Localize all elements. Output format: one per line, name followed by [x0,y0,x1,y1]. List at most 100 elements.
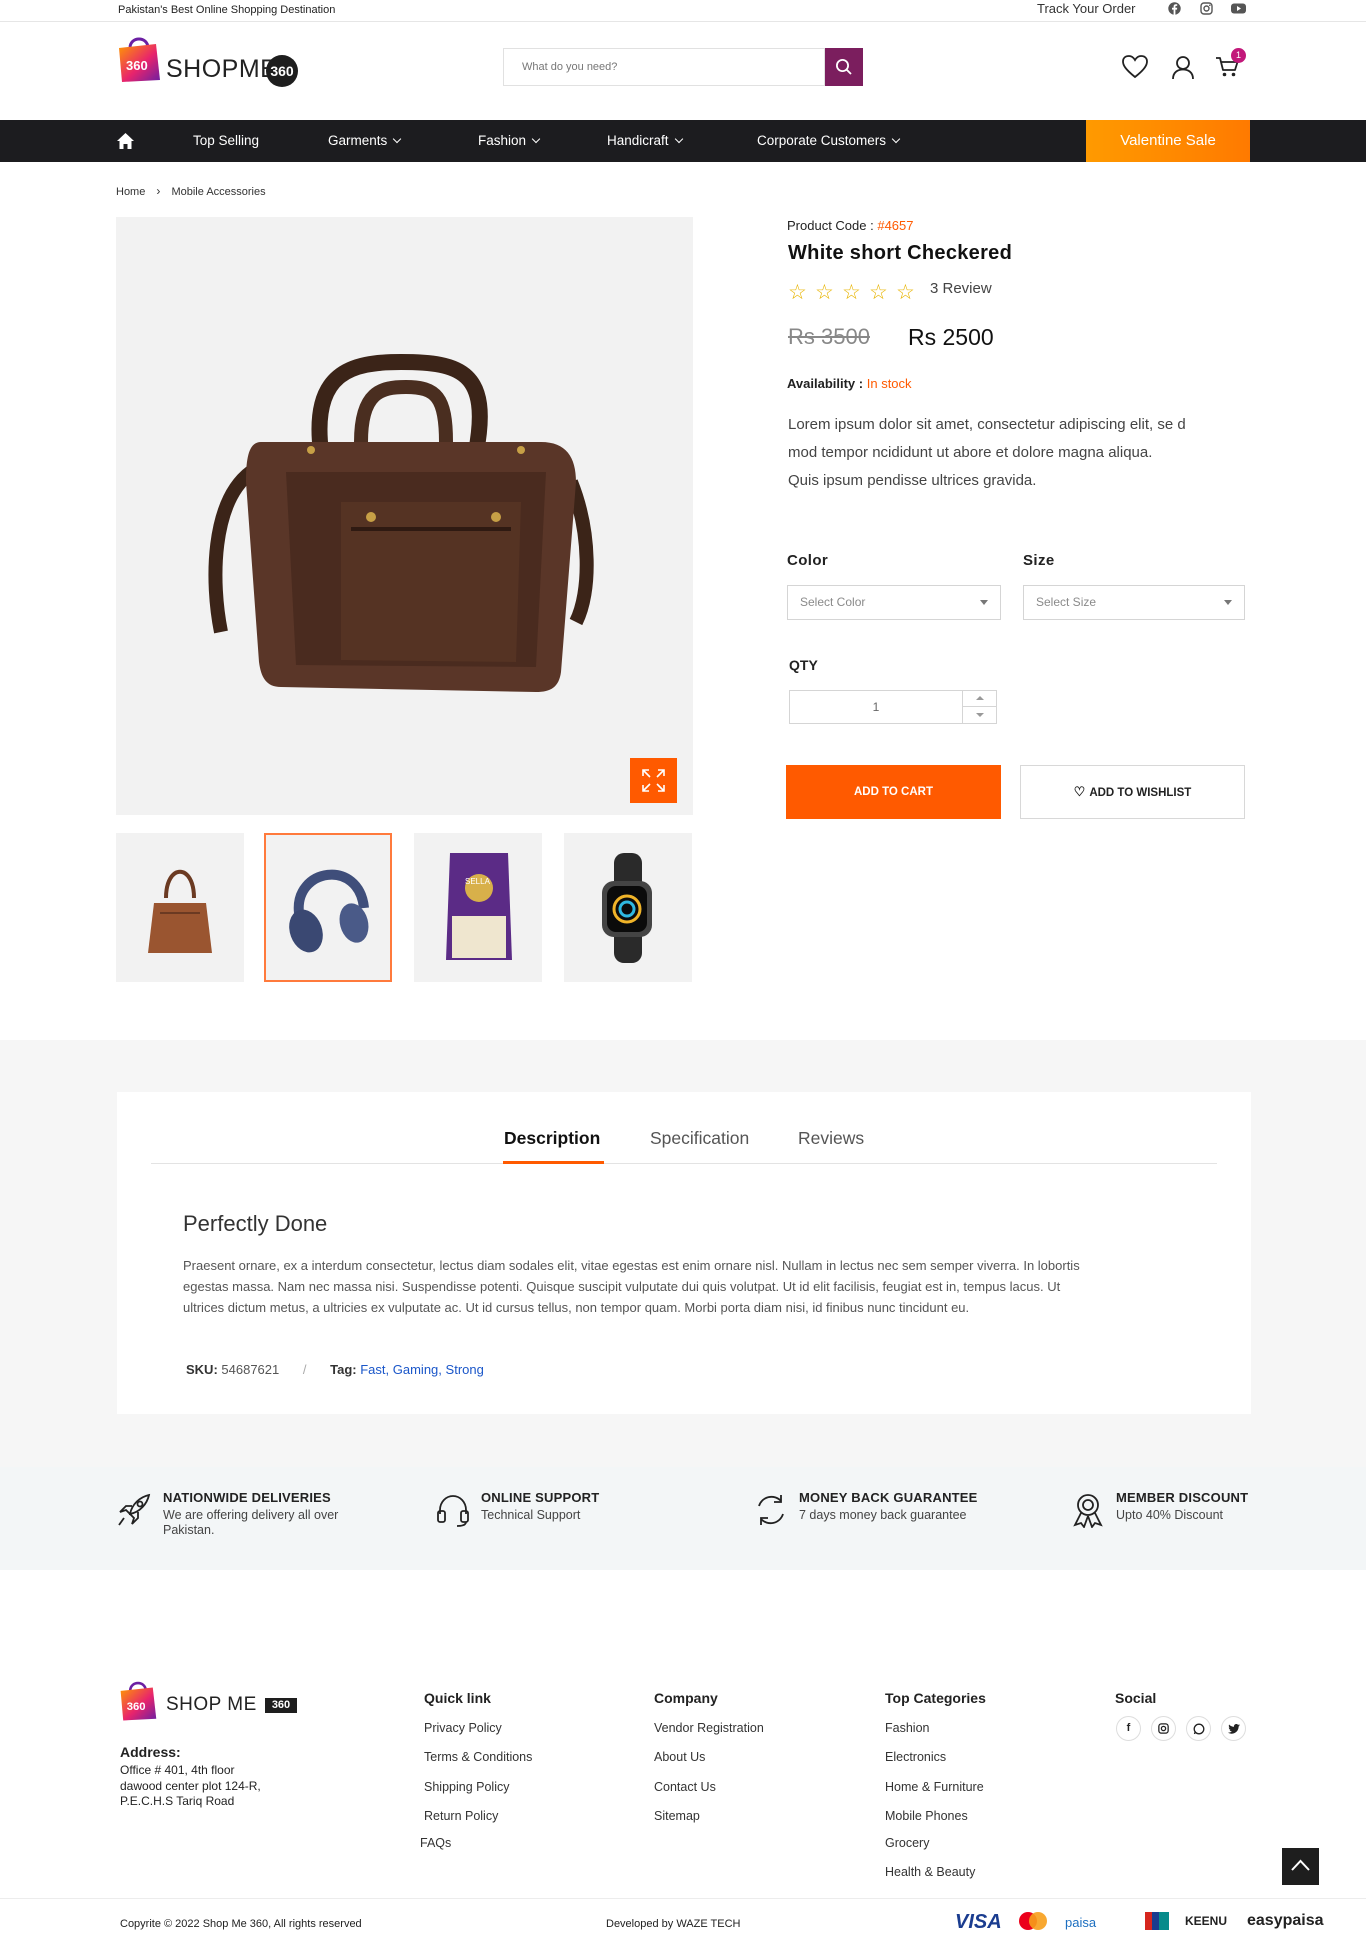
footer-link-sitemap[interactable]: Sitemap [654,1809,700,1823]
back-to-top-button[interactable] [1282,1848,1319,1885]
address-text: Office # 401, 4th floor dawood center pl… [120,1763,261,1810]
footer-category-link[interactable]: Fashion [885,1721,929,1735]
description-heading: Perfectly Done [183,1211,328,1236]
footer-category-link[interactable]: Grocery [885,1836,929,1850]
summary-line: Lorem ipsum dolor sit amet, consectetur … [788,416,1186,433]
thumbnail-handbag[interactable] [116,833,244,982]
qty-decrement-button[interactable] [962,707,996,723]
nav-item-corporate-customers[interactable]: Corporate Customers [757,120,901,162]
award-icon [1073,1494,1103,1528]
footer-link-vendor[interactable]: Vendor Registration [654,1721,764,1735]
add-to-cart-button[interactable]: ADD TO CART [786,765,1001,819]
size-select[interactable]: Select Size [1023,585,1245,620]
home-icon[interactable] [116,132,135,150]
color-select[interactable]: Select Color [787,585,1001,620]
nav-item-fashion[interactable]: Fashion [478,120,541,162]
valentine-sale-button[interactable]: Valentine Sale [1086,120,1250,162]
footer-link-contact[interactable]: Contact Us [654,1780,716,1794]
star-empty-icon: ☆ [815,281,834,304]
footer-categories-title: Top Categories [885,1690,986,1706]
availability-label: Availability : [787,376,864,391]
footer-link-privacy[interactable]: Privacy Policy [424,1721,502,1735]
tab-specification[interactable]: Specification [650,1128,749,1149]
account-user-icon[interactable] [1171,55,1195,80]
shopping-bag-logo-icon: 360 [120,1681,157,1721]
feature-subtitle-line: We are offering delivery all over [163,1508,339,1522]
nav-item-handicraft[interactable]: Handicraft [607,120,683,162]
footer-link-terms[interactable]: Terms & Conditions [424,1750,532,1764]
track-order-link[interactable]: Track Your Order [1037,1,1136,16]
expand-icon [642,769,665,792]
feature-online-support: ONLINE SUPPORT Technical Support [481,1490,599,1523]
search-input[interactable]: What do you need? [503,48,825,86]
nav-item-garments[interactable]: Garments [328,120,402,162]
tag-link[interactable]: Gaming, [393,1362,442,1377]
tab-description[interactable]: Description [504,1128,600,1149]
footer-category-link[interactable]: Electronics [885,1750,946,1764]
tab-reviews[interactable]: Reviews [798,1128,864,1149]
summary-line: Quis ipsum pendisse ultrices gravida. [788,472,1037,489]
qty-increment-button[interactable] [962,691,996,707]
thumbnail-smartwatch[interactable] [564,833,692,982]
product-title: White short Checkered [788,242,1013,264]
svg-text:360: 360 [127,1701,146,1713]
tag-link[interactable]: Fast, [360,1362,389,1377]
thumbnail-rice-bag[interactable]: SELLA [414,833,542,982]
footer-category-link[interactable]: Home & Furniture [885,1780,984,1794]
header: 360 SHOPME 360 What do you need? 1 [0,22,1366,120]
nav-item-top-selling[interactable]: Top Selling [193,120,259,162]
qty-value[interactable]: 1 [790,700,962,714]
footer-logo[interactable]: 360 [118,1678,158,1723]
footer-company-title: Company [654,1690,718,1706]
footer-link-return[interactable]: Return Policy [424,1809,498,1823]
facebook-icon[interactable]: f [1116,1716,1141,1741]
nav-label: Garments [328,133,388,148]
search-button[interactable] [825,48,863,86]
wishlist-heart-icon[interactable] [1122,55,1148,79]
whatsapp-icon[interactable] [1186,1716,1211,1741]
footer-link-about[interactable]: About Us [654,1750,705,1764]
thumbnail-headphones[interactable] [264,833,392,982]
review-count[interactable]: 3 Review [930,280,992,297]
chevron-right-icon: › [156,184,161,198]
feature-title: MEMBER DISCOUNT [1116,1490,1249,1505]
tag-link[interactable]: Strong [446,1362,484,1377]
sku-label: SKU: [186,1362,218,1377]
quantity-stepper[interactable]: 1 [789,690,997,724]
copyright: Copyrite © 2022 Shop Me 360, All rights … [120,1918,362,1930]
nav-label: Fashion [478,133,527,148]
caret-down-icon [976,713,984,717]
expand-image-button[interactable] [630,758,677,803]
smartwatch-image [602,853,652,963]
summary-line: mod tempor ncididunt ut abore et dolore … [788,444,1153,461]
footer-category-link[interactable]: Health & Beauty [885,1865,975,1879]
star-empty-icon: ☆ [842,281,861,304]
refresh-icon [758,1495,784,1525]
footer-brand-badge: 360 [265,1698,297,1713]
product-main-image[interactable] [116,217,693,815]
caret-up-icon [976,696,984,700]
breadcrumb-home[interactable]: Home [116,186,145,198]
footer-category-link[interactable]: Mobile Phones [885,1809,968,1823]
youtube-icon[interactable] [1231,2,1246,15]
main-nav: Top Selling Garments Fashion Handicraft … [0,120,1366,162]
breadcrumb-current: Mobile Accessories [171,186,266,198]
size-select-value: Select Size [1036,595,1097,609]
product-code: Product Code : #4657 [787,218,914,233]
feature-title: ONLINE SUPPORT [481,1490,600,1505]
feature-title: NATIONWIDE DELIVERIES [163,1490,331,1505]
instagram-icon[interactable] [1200,2,1213,15]
footer-link-shipping[interactable]: Shipping Policy [424,1780,509,1794]
address-label: Address: [120,1744,181,1760]
instagram-icon[interactable] [1151,1716,1176,1741]
logo[interactable]: 360 [116,34,162,84]
footer-link-faqs[interactable]: FAQs [420,1836,451,1850]
top-strip: Pakistan's Best Online Shopping Destinat… [0,0,1366,22]
footer-divider [0,1898,1366,1899]
star-empty-icon: ☆ [896,281,915,304]
old-price: Rs 3500 [788,324,870,349]
keenu-logo: KEENU [1185,1914,1228,1928]
add-to-wishlist-button[interactable]: ♡ ADD TO WISHLIST [1020,765,1245,819]
facebook-icon[interactable] [1168,2,1181,15]
twitter-icon[interactable] [1221,1716,1246,1741]
